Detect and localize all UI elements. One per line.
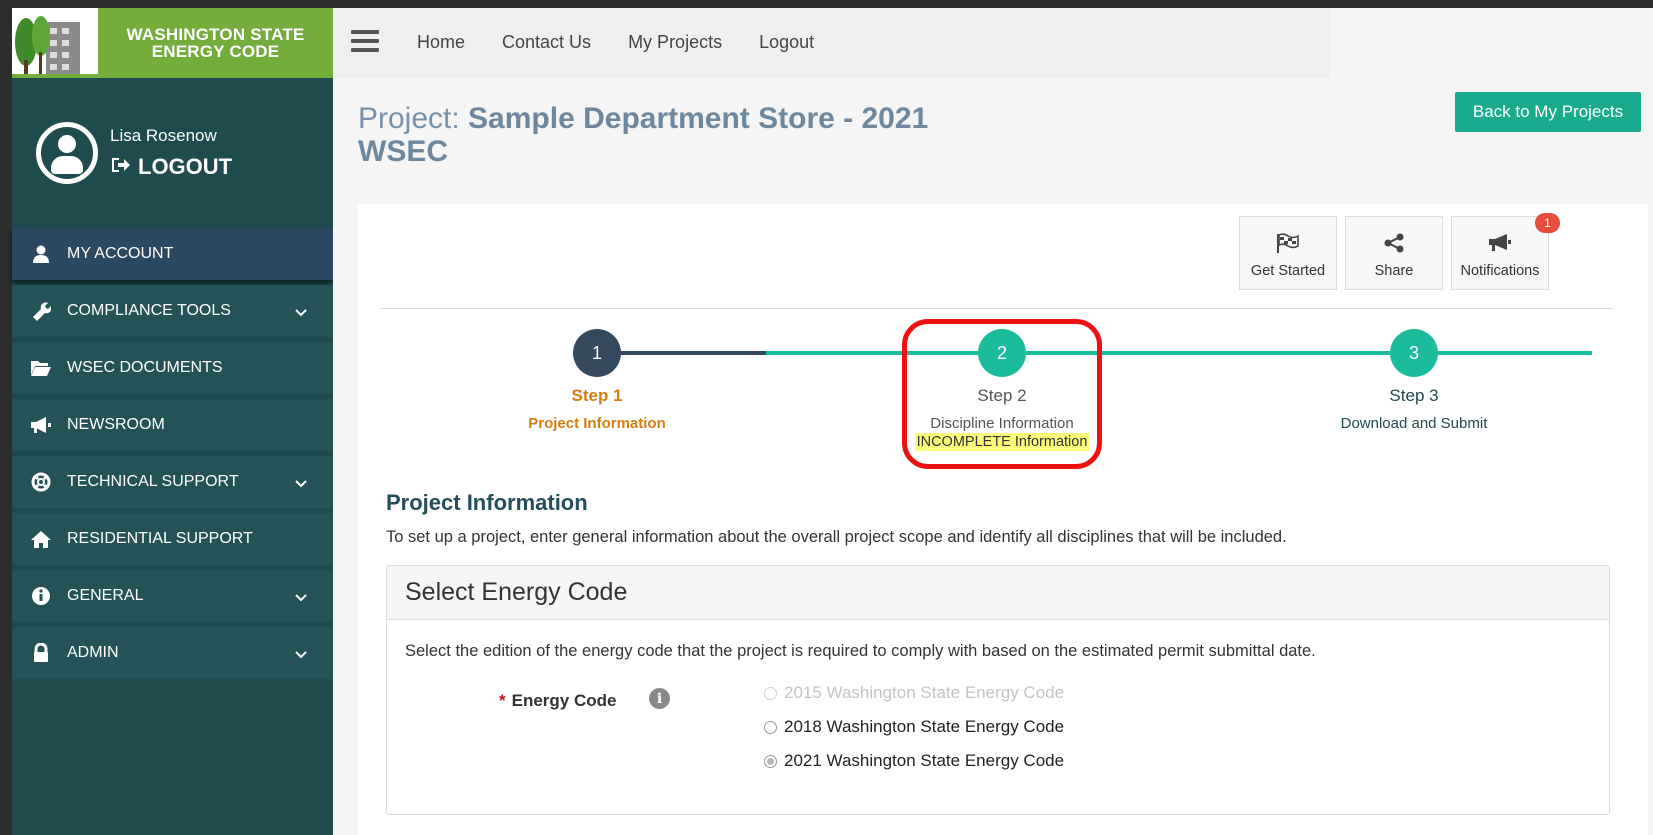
sidebar-item-wsec-documents[interactable]: WSEC DOCUMENTS [12, 342, 333, 394]
nav-link-home[interactable]: Home [417, 32, 465, 53]
radio-2018-wsec[interactable]: 2018 Washington State Energy Code [764, 717, 1064, 737]
sidebar-item-label: TECHNICAL SUPPORT [67, 473, 239, 490]
logo-line-2: ENERGY CODE [151, 42, 280, 61]
flag-checkered-icon [1277, 233, 1299, 253]
page-title: Project: Sample Department Store - 2021 … [358, 102, 978, 168]
user-icon [29, 243, 53, 265]
site-logo[interactable]: WASHINGTON STATE ENERGY CODE [12, 8, 333, 78]
sidebar: WASHINGTON STATE ENERGY CODE Lisa Roseno… [12, 8, 333, 835]
sign-out-icon [110, 154, 130, 180]
sidebar-item-label: NEWSROOM [67, 416, 165, 433]
life-ring-icon [29, 471, 53, 493]
logo-text: WASHINGTON STATE ENERGY CODE [98, 26, 333, 60]
sidebar-item-newsroom[interactable]: NEWSROOM [12, 399, 333, 451]
sidebar-item-label: COMPLIANCE TOOLS [67, 302, 231, 319]
sidebar-item-general[interactable]: GENERAL [12, 570, 333, 622]
home-icon [29, 528, 53, 550]
logo-line-1: WASHINGTON STATE [126, 25, 305, 44]
divider [380, 308, 1613, 309]
share-label: Share [1374, 263, 1414, 279]
radio-2021-wsec[interactable]: 2021 Washington State Energy Code [764, 751, 1064, 771]
sidebar-item-label: WSEC DOCUMENTS [67, 359, 223, 376]
chevron-down-icon [295, 646, 307, 664]
share-icon [1384, 233, 1404, 253]
sidebar-item-label: GENERAL [67, 587, 144, 604]
step-3-circle[interactable]: 3 [1390, 329, 1438, 377]
sidebar-item-admin[interactable]: ADMIN [12, 627, 333, 679]
user-name: Lisa Rosenow [110, 126, 217, 145]
project-panel: Get Started Share Notifications 1 1 Step… [358, 204, 1648, 835]
chevron-down-icon [295, 589, 307, 607]
navbar-right-area [1330, 8, 1653, 78]
wrench-icon [29, 300, 53, 322]
logout-label: LOGOUT [138, 154, 233, 179]
bullhorn-icon [1489, 234, 1511, 251]
energy-code-heading: Select Energy Code [387, 566, 1609, 620]
radio-button[interactable] [764, 720, 777, 734]
nav-link-logout[interactable]: Logout [759, 32, 814, 53]
radio-button-selected[interactable] [764, 754, 777, 768]
sidebar-item-technical-support[interactable]: TECHNICAL SUPPORT [12, 456, 333, 508]
logo-trees-building-icon [12, 8, 98, 78]
share-button[interactable]: Share [1345, 216, 1443, 290]
top-nav-links: Home Contact Us My Projects Logout [417, 32, 814, 53]
sidebar-item-label: ADMIN [67, 644, 119, 661]
step-3-subtitle: Download and Submit [1340, 415, 1488, 432]
user-info: Lisa Rosenow LOGOUT [110, 126, 232, 180]
sidebar-item-label: MY ACCOUNT [67, 245, 174, 262]
get-started-label: Get Started [1250, 263, 1326, 279]
sidebar-logout-link[interactable]: LOGOUT [110, 154, 232, 180]
megaphone-icon [29, 414, 53, 436]
top-navbar: Home Contact Us My Projects Logout [333, 8, 1653, 78]
radio-2015-wsec[interactable]: 2015 Washington State Energy Code [764, 683, 1064, 703]
chevron-down-icon [295, 304, 307, 322]
notifications-button[interactable]: Notifications 1 [1451, 213, 1560, 290]
notification-count-badge: 1 [1535, 213, 1560, 233]
back-to-my-projects-button[interactable]: Back to My Projects [1455, 92, 1641, 132]
user-box: Lisa Rosenow LOGOUT [12, 78, 333, 228]
main-content: Project: Sample Department Store - 2021 … [333, 78, 1653, 835]
chevron-down-icon [295, 475, 307, 493]
energy-code-description: Select the edition of the energy code th… [405, 642, 1316, 660]
radio-label: 2015 Washington State Energy Code [784, 683, 1065, 702]
sidebar-item-my-account[interactable]: MY ACCOUNT [12, 228, 333, 280]
progress-track-complete [596, 351, 766, 355]
radio-label: 2018 Washington State Energy Code [784, 717, 1065, 736]
avatar-icon [36, 122, 98, 184]
step-3-label[interactable]: Step 3 Download and Submit [1304, 386, 1524, 432]
energy-code-label-text: Energy Code [511, 691, 617, 710]
info-icon[interactable]: i [649, 688, 670, 709]
nav-link-contact-us[interactable]: Contact Us [502, 32, 591, 53]
hamburger-menu-icon[interactable] [351, 30, 379, 52]
sidebar-item-label: RESIDENTIAL SUPPORT [67, 530, 253, 547]
section-description: To set up a project, enter general infor… [386, 528, 1287, 546]
section-heading: Project Information [386, 490, 588, 515]
step-1-circle[interactable]: 1 [573, 329, 621, 377]
folder-open-icon [29, 357, 53, 379]
energy-code-field-label: * Energy Code [499, 691, 616, 711]
required-asterisk: * [499, 691, 506, 710]
radio-label: 2021 Washington State Energy Code [784, 751, 1065, 770]
lock-icon [29, 642, 53, 664]
sidebar-item-residential-support[interactable]: RESIDENTIAL SUPPORT [12, 513, 333, 565]
radio-button[interactable] [764, 686, 777, 700]
nav-link-my-projects[interactable]: My Projects [628, 32, 722, 53]
info-circle-icon [29, 585, 53, 607]
energy-code-card: Select Energy Code Select the edition of… [386, 565, 1610, 815]
highlight-annotation-box [902, 319, 1102, 469]
page-title-prefix: Project: [358, 102, 469, 135]
step-1-title: Step 1 [571, 386, 623, 405]
sidebar-item-compliance-tools[interactable]: COMPLIANCE TOOLS [12, 285, 333, 337]
get-started-button[interactable]: Get Started [1239, 216, 1337, 290]
notifications-label: Notifications [1460, 263, 1540, 279]
progress-track-remaining [766, 351, 1592, 355]
step-1-label[interactable]: Step 1 Project Information [487, 386, 707, 432]
step-3-title: Step 3 [1389, 386, 1439, 405]
step-1-subtitle: Project Information [528, 415, 666, 432]
